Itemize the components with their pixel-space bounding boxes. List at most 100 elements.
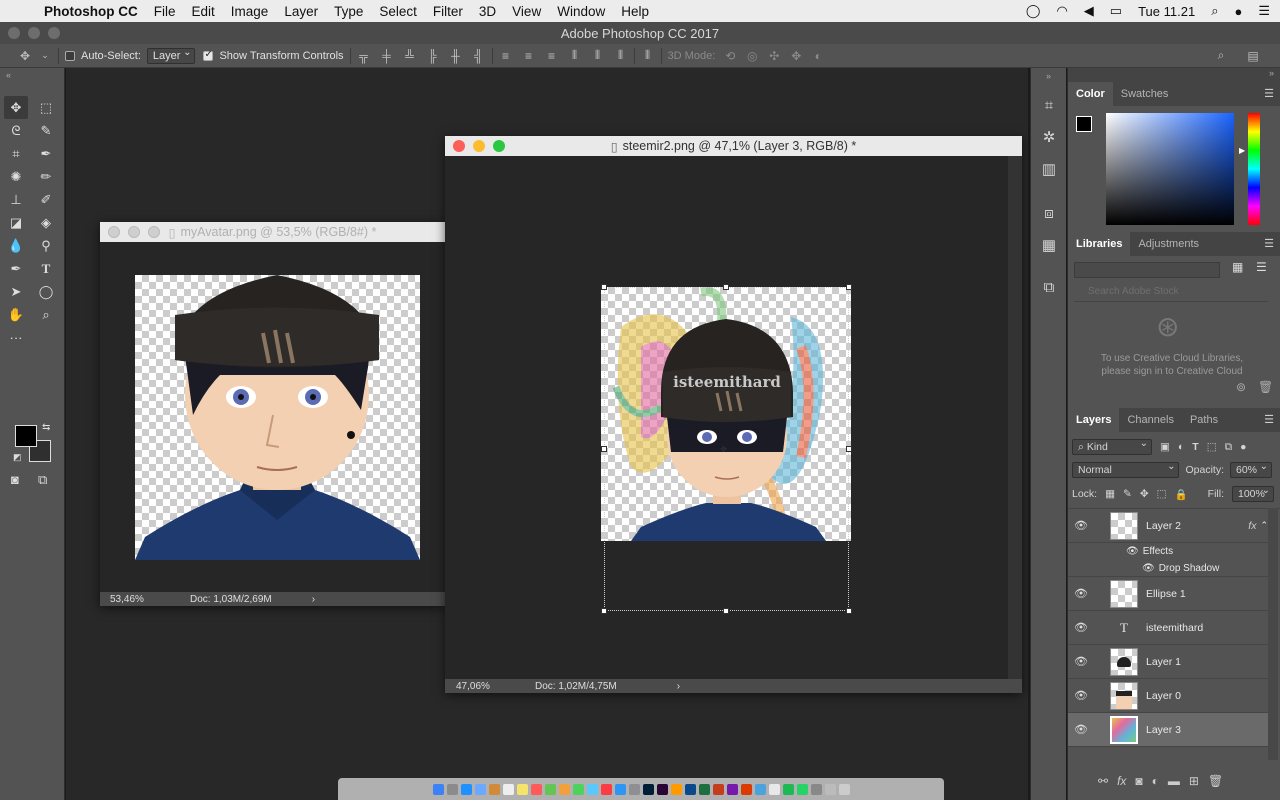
list-view-icon[interactable]: ☰ <box>1256 260 1267 274</box>
menubar-clock[interactable]: Tue 11.21 <box>1138 4 1195 19</box>
filter-toggle-icon[interactable]: ● <box>1240 441 1246 453</box>
chrome-dock-icon[interactable] <box>768 783 780 795</box>
align-top-icon[interactable]: ╦ <box>357 49 371 63</box>
history-panel-icon[interactable]: ⌗ <box>1031 90 1067 122</box>
illustrator-dock-icon[interactable] <box>670 783 682 795</box>
layer-row-layer-3[interactable]: 👁 Layer 3 <box>1068 713 1268 747</box>
safari-dock-icon[interactable] <box>460 783 472 795</box>
layer-row-layer-1[interactable]: 👁 Layer 1 <box>1068 645 1268 679</box>
move-tool-preset-icon[interactable]: ✥ <box>18 49 32 63</box>
foreground-color-swatch[interactable] <box>15 425 37 447</box>
distribute-left-icon[interactable]: ⦀ <box>568 48 582 63</box>
history-brush-tool-icon[interactable]: ✐ <box>34 188 58 211</box>
word-dock-icon[interactable] <box>684 783 696 795</box>
color-spectrum-field[interactable] <box>1106 113 1234 225</box>
doc1-canvas[interactable] <box>135 275 420 560</box>
menu-select[interactable]: Select <box>379 4 417 19</box>
doc2-title-bar[interactable]: ▯ steemir2.png @ 47,1% (Layer 3, RGB/8) … <box>445 136 1022 156</box>
doc2-status-menu-icon[interactable]: › <box>677 681 680 692</box>
transform-center-point-icon[interactable]: ⌖ <box>720 441 727 457</box>
paint-bucket-tool-icon[interactable]: ◈ <box>34 211 58 234</box>
tab-channels[interactable]: Channels <box>1119 408 1181 432</box>
libraries-panel-menu-icon[interactable]: ☰ <box>1264 232 1274 256</box>
menu-3d[interactable]: 3D <box>479 4 496 19</box>
eyedropper-tool-icon[interactable]: ✒ <box>34 142 58 165</box>
layer-row-layer-0[interactable]: 👁 Layer 0 <box>1068 679 1268 713</box>
distribute-vcenter-icon[interactable]: ≡ <box>522 49 536 63</box>
chevron-down-icon[interactable]: ⌄ <box>38 50 52 61</box>
distribute-hcenter-icon[interactable]: ⦀ <box>591 48 605 63</box>
brushes-panel-icon[interactable]: ▥ <box>1031 154 1067 186</box>
new-group-icon[interactable]: ▬ <box>1168 774 1180 788</box>
lock-transparency-icon[interactable]: ▦ <box>1105 488 1115 500</box>
zoom-tool-icon[interactable]: ⌕ <box>34 303 58 326</box>
new-adjustment-layer-icon[interactable]: ◐ <box>1152 774 1159 788</box>
show-transform-checkbox[interactable] <box>203 49 214 61</box>
paragraph-panel-icon[interactable]: ▦ <box>1031 230 1067 262</box>
menu-image[interactable]: Image <box>231 4 269 19</box>
siri-icon[interactable]: ● <box>1234 4 1242 19</box>
menu-view[interactable]: View <box>512 4 541 19</box>
healing-brush-tool-icon[interactable]: ✺ <box>4 165 28 188</box>
contacts-dock-icon[interactable] <box>488 783 500 795</box>
swap-colors-icon[interactable]: ⇆ <box>42 422 50 433</box>
layer-filter-kind-dropdown[interactable]: ⌕ Kind <box>1072 437 1152 455</box>
path-select-tool-icon[interactable]: ➤ <box>4 280 28 303</box>
filter-type-icon[interactable]: T <box>1192 441 1198 453</box>
filter-shape-icon[interactable]: ⬚ <box>1207 441 1217 453</box>
tab-layers[interactable]: Layers <box>1068 408 1120 432</box>
add-layer-style-icon[interactable]: fx <box>1117 774 1126 788</box>
roll-3d-icon[interactable]: ◎ <box>745 49 759 63</box>
layer-drop-shadow-row[interactable]: 👁 Drop Shadow <box>1068 560 1268 577</box>
menu-help[interactable]: Help <box>621 4 649 19</box>
launchpad-dock-icon[interactable] <box>446 783 458 795</box>
layer-row-isteemithard[interactable]: 👁 T isteemithard <box>1068 611 1268 645</box>
spotify-dock-icon[interactable] <box>782 783 794 795</box>
wifi-icon[interactable]: ◠ <box>1056 3 1067 19</box>
eraser-tool-icon[interactable]: ◪ <box>4 211 28 234</box>
appstore-dock-icon[interactable] <box>614 783 626 795</box>
brush-tool-icon[interactable]: ✏ <box>34 165 58 188</box>
color-panel-menu-icon[interactable]: ☰ <box>1264 82 1274 106</box>
collapse-tools-icon[interactable]: « <box>6 70 11 80</box>
menu-edit[interactable]: Edit <box>192 4 215 19</box>
doc2-zoom-level[interactable]: 47,06% <box>456 681 535 692</box>
layer-visibility-eye-icon[interactable]: 👁 <box>1068 655 1094 668</box>
transform-handle-bc[interactable] <box>723 608 729 614</box>
hue-slider[interactable] <box>1248 113 1260 225</box>
photos-dock-icon[interactable] <box>558 783 570 795</box>
filter-smart-object-icon[interactable]: ⧉ <box>1225 441 1233 454</box>
doc1-title-bar[interactable]: ▯ myAvatar.png @ 53,5% (RGB/8#) * <box>100 222 445 242</box>
default-colors-icon[interactable]: ◩ <box>13 452 22 463</box>
calendar-dock-icon[interactable] <box>502 783 514 795</box>
properties-panel-icon[interactable]: ⧉ <box>1031 272 1067 304</box>
edit-toolbar-icon[interactable]: ··· <box>4 326 28 349</box>
layers-scrollbar[interactable] <box>1268 508 1278 760</box>
layer-visibility-eye-icon[interactable]: 👁 <box>1068 621 1094 634</box>
quick-mask-icon[interactable]: ◙ <box>11 472 19 487</box>
effects-visibility-eye-icon[interactable]: 👁 <box>1126 546 1139 557</box>
office-dock-icon[interactable] <box>740 783 752 795</box>
layer-row-layer-2[interactable]: 👁 Layer 2 fx ⌃ <box>1068 509 1268 543</box>
add-mask-icon[interactable]: ◙ <box>1135 774 1142 788</box>
slide-3d-icon[interactable]: ✥ <box>789 49 803 63</box>
opacity-field[interactable]: 60% <box>1230 460 1272 478</box>
link-layers-icon[interactable]: ⚯ <box>1098 774 1108 788</box>
downloads-dock-icon[interactable] <box>824 783 836 795</box>
layer-row-ellipse-1[interactable]: 👁 Ellipse 1 <box>1068 577 1268 611</box>
marquee-tool-icon[interactable]: ⬚ <box>34 96 58 119</box>
workspace-switcher-icon[interactable]: ▤ <box>1246 49 1260 63</box>
app-dock-icon-2[interactable] <box>810 783 822 795</box>
collapse-effects-icon[interactable]: ⌃ <box>1260 520 1268 531</box>
maps-dock-icon[interactable] <box>544 783 556 795</box>
spotlight-icon[interactable]: ⌕ <box>1211 3 1218 19</box>
transform-handle-mr[interactable] <box>846 446 852 452</box>
screen-mode-icon[interactable]: ⧉ <box>38 472 47 488</box>
dodge-tool-icon[interactable]: ⚲ <box>34 234 58 257</box>
library-delete-icon[interactable]: 🗑 <box>1258 380 1273 394</box>
doc1-status-menu-icon[interactable]: › <box>312 594 315 605</box>
stock-search-field[interactable]: Search Adobe Stock <box>1074 286 1268 302</box>
layer-visibility-eye-icon[interactable]: 👁 <box>1068 519 1094 532</box>
layer-visibility-eye-icon[interactable]: 👁 <box>1068 723 1094 736</box>
cc-menubar-icon[interactable]: ◯ <box>1026 3 1041 19</box>
